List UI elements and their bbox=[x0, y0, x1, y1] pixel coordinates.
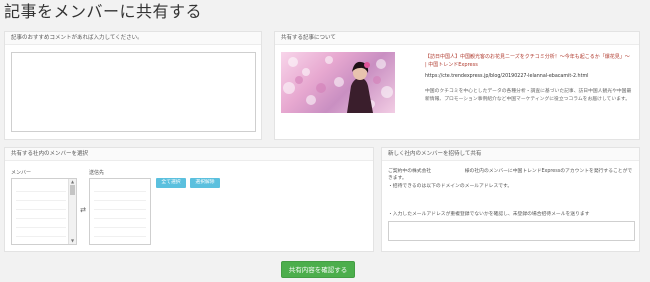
article-thumbnail-image bbox=[281, 52, 395, 113]
invite-member-panel-label: 新しく社内のメンバーを招待して共有 bbox=[382, 148, 639, 161]
comment-textarea[interactable] bbox=[11, 52, 256, 132]
invite-email-textarea[interactable] bbox=[388, 221, 635, 241]
destination-column-label: 送信先 bbox=[89, 170, 105, 176]
invite-duplicate-note: ・入力したメールアドレスが重複登録でないかを確認し、未登録の場合招待メールを送り… bbox=[388, 212, 590, 217]
member-list-rows bbox=[16, 183, 66, 240]
comment-panel: 記事のおすすめコメントがあれば入力してください。 bbox=[4, 31, 262, 140]
member-listbox[interactable]: ▲ ▼ bbox=[11, 178, 77, 245]
confirm-share-button[interactable]: 共有内容を確認する bbox=[281, 261, 355, 278]
member-select-panel: 共有する社内のメンバーを選択 メンバー 送信先 ▲ ▼ ⇄ 全て選択 選択解除 bbox=[4, 147, 374, 252]
page-title: 記事をメンバーに共有する bbox=[4, 2, 203, 21]
member-list-scrollbar[interactable]: ▲ ▼ bbox=[68, 179, 76, 244]
scroll-thumb[interactable] bbox=[70, 185, 75, 195]
article-panel: 共有する記事について 【訪日中国人】中国観光客のお花見ニーズをクチコミ分析！〜今… bbox=[274, 31, 640, 140]
invite-member-panel: 新しく社内のメンバーを招待して共有 ご契約中の株式会社 様の社内のメンバーに中国… bbox=[381, 147, 640, 252]
scroll-down-icon[interactable]: ▼ bbox=[69, 238, 76, 244]
article-url: https://cte.trendexpress.jp/blog/2019022… bbox=[425, 74, 589, 79]
article-panel-label: 共有する記事について bbox=[275, 32, 639, 45]
destination-listbox[interactable] bbox=[89, 178, 151, 245]
destination-list-rows bbox=[94, 183, 146, 240]
select-all-button[interactable]: 全て選択 bbox=[156, 178, 186, 188]
invite-description: ご契約中の株式会社 様の社内のメンバーに中国トレンドExpressのアカウントを… bbox=[388, 169, 633, 181]
deselect-button[interactable]: 選択解除 bbox=[190, 178, 220, 188]
members-column-label: メンバー bbox=[11, 170, 32, 176]
link-icon: ⇄ bbox=[80, 206, 86, 214]
member-select-panel-label: 共有する社内のメンバーを選択 bbox=[5, 148, 373, 161]
article-description: 中国のクチコミを中心としたデータの各種分析・調査に基づいた記事、訪日中国人観光や… bbox=[425, 89, 632, 102]
invite-domain-note: ・招待できるのは以下のドメインのメールアドレスです。 bbox=[388, 184, 513, 189]
article-title-link[interactable]: 【訪日中国人】中国観光客のお花見ニーズをクチコミ分析！〜今年も起こるか「爆花見」… bbox=[425, 54, 633, 69]
comment-panel-label: 記事のおすすめコメントがあれば入力してください。 bbox=[5, 32, 261, 45]
